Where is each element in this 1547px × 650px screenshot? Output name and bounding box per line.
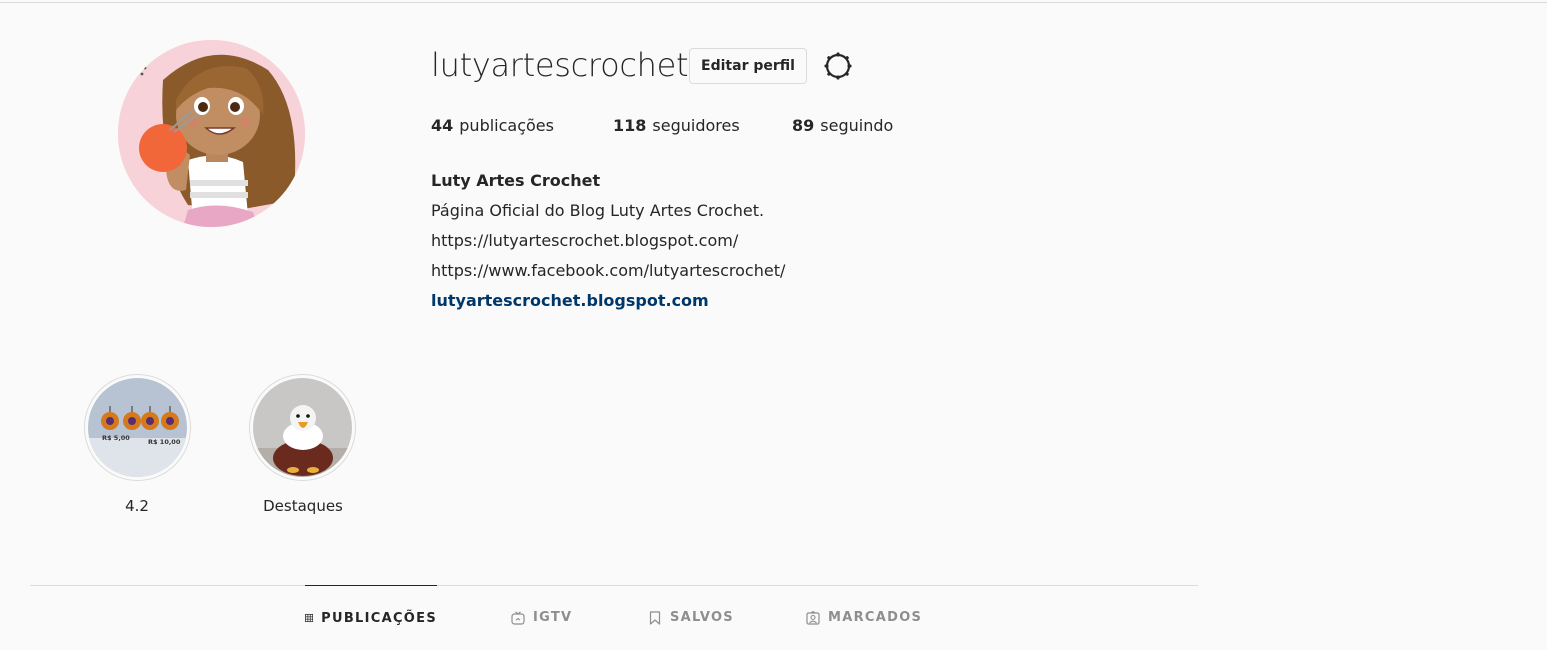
profile-avatar[interactable] <box>118 40 305 227</box>
profile-username: lutyartescrochet <box>431 46 689 84</box>
profile-bio: Luty Artes Crochet Página Oficial do Blo… <box>431 166 785 316</box>
settings-gear-icon[interactable] <box>822 50 854 82</box>
highlight-cover-eagle-amigurumi <box>253 378 352 477</box>
tabs-divider <box>30 585 1198 586</box>
followers-label[interactable]: seguidores <box>652 116 739 135</box>
highlight-ring[interactable]: R$ 5,00 R$ 10,00 <box>84 374 191 481</box>
story-highlight[interactable]: Destaques <box>249 374 357 515</box>
price-tag-right: R$ 10,00 <box>148 438 181 446</box>
tab-label: SALVOS <box>670 610 734 625</box>
profile-stats: 44 publicações 118 seguidores 89 seguind… <box>431 116 893 135</box>
followers-stat[interactable]: 118 seguidores <box>613 116 792 135</box>
bio-line-description: Página Oficial do Blog Luty Artes Croche… <box>431 201 765 220</box>
avatar-illustration <box>118 40 305 227</box>
profile-full-name: Luty Artes Crochet <box>431 171 601 190</box>
tab-label: MARCADOS <box>828 610 923 625</box>
bio-line-blog-url: https://lutyartescrochet.blogspot.com/ <box>431 231 739 250</box>
following-stat[interactable]: 89 seguindo <box>792 116 893 135</box>
highlight-label[interactable]: 4.2 <box>82 497 192 515</box>
story-highlight[interactable]: R$ 5,00 R$ 10,00 4.2 <box>84 374 192 515</box>
highlight-ring[interactable] <box>249 374 356 481</box>
tab-saved[interactable]: SALVOS <box>648 585 734 650</box>
tv-icon <box>511 610 525 625</box>
posts-count-stat: 44 publicações <box>431 116 613 135</box>
top-divider <box>0 2 1547 3</box>
tab-label: PUBLICAÇÕES <box>321 610 437 626</box>
grid-icon <box>305 613 314 623</box>
tab-posts[interactable]: PUBLICAÇÕES <box>305 585 437 650</box>
tagged-user-icon <box>806 610 820 625</box>
followers-count[interactable]: 118 <box>613 116 646 135</box>
posts-label: publicações <box>459 116 554 135</box>
following-count[interactable]: 89 <box>792 116 814 135</box>
tab-igtv[interactable]: IGTV <box>511 585 572 650</box>
tab-tagged[interactable]: MARCADOS <box>806 585 922 650</box>
tab-label: IGTV <box>533 610 573 625</box>
posts-count: 44 <box>431 116 454 135</box>
highlight-cover-earrings: R$ 5,00 R$ 10,00 <box>88 378 187 477</box>
profile-website-link[interactable]: lutyartescrochet.blogspot.com <box>431 286 785 316</box>
bio-line-facebook-url: https://www.facebook.com/lutyartescroche… <box>431 261 786 280</box>
bookmark-icon <box>649 610 661 625</box>
highlight-label[interactable]: Destaques <box>249 497 357 515</box>
price-tag-left: R$ 5,00 <box>102 434 130 442</box>
edit-profile-button[interactable]: Editar perfil <box>689 48 807 84</box>
following-label[interactable]: seguindo <box>820 116 893 135</box>
